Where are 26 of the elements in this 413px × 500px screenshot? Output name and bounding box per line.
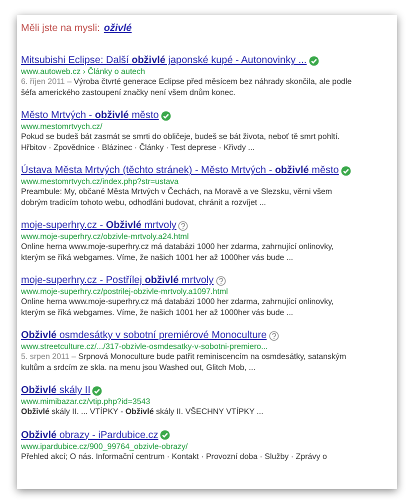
- result-snippet: Pokud se budeš bát zasmát se smrti do obličeje, budeš se bát života, neboť tě smrt pohltí. Hřbitov · Zpovědnice · Blázinec · Články · Test deprese · Křivdy ...: [21, 132, 341, 153]
- did-you-mean-label: Měli jste na mysli:: [21, 23, 100, 34]
- result-snippet: Online herna www.moje-superhry.cz má databázi 1000 her zdarma, zahrnující onlinovky, kterým se říká webgames. Víme, že našich 1001 her až 1000her vás bude ...: [21, 242, 335, 263]
- result-title-link[interactable]: moje-superhry.cz - Obživlé mrtvoly: [21, 220, 176, 231]
- result-title-link[interactable]: Ústava Města Mrtvých (těchto stránek) - Město Mrtvých - obživlé město: [21, 165, 339, 176]
- result-url: www.moje-superhry.cz/postrilej-obzivle-mrtvoly.a1097.html: [21, 287, 229, 297]
- result-snippet: 6. říjen 2011 – Výroba čtvrté generace Eclipse před měsícem bez náhrady skončila, ale podle šéfa amerického zastoupení značky není všem dnům konec.: [21, 77, 353, 98]
- result-snippet: Online herna www.moje-superhry.cz má databázi 1000 her zdarma, zahrnující onlinovky, kterým se říká webgames. Víme, že našich 1001 her až 1000her vás bude ...: [21, 297, 335, 318]
- result-url: www.mimibazar.cz/vtip.php?id=3543: [21, 397, 152, 407]
- suggested-query-link[interactable]: oživlé: [104, 23, 132, 34]
- result-title-link[interactable]: Obživlé osmdesátky v sobotní premiérové Monoculture: [21, 330, 267, 341]
- result-title-link[interactable]: moje-superhry.cz - Postřílej obživlé mrtvoly: [21, 275, 214, 286]
- result-title-link[interactable]: Obživlé skály II: [21, 385, 90, 396]
- result-url: www.ipardubice.cz/900_99764_obzivle-obrazy/: [21, 442, 189, 452]
- result-snippet: Obživlé skály II. ... VTÍPKY - Obživlé skály II. VŠECHNY VTÍPKY ...: [21, 407, 264, 418]
- result-url: www.moje-superhry.cz/obzivle-mrtvoly.a24.html: [21, 232, 190, 242]
- result-title-link[interactable]: Město Mrtvých - obživlé město: [21, 110, 159, 121]
- result-title-link[interactable]: Obživlé obrazy - iPardubice.cz: [21, 430, 158, 440]
- result-url: www.mestomrtvych.cz/: [21, 122, 104, 132]
- result-snippet: 5. srpen 2011 – Srpnová Monoculture bude patřit reminiscencím na osmdesátky, satanským kultům a srdcím ze skla. na menu jsou Washed out, Glitch Mob, ...: [21, 352, 348, 373]
- result-url: www.autoweb.cz › Články o autech: [21, 67, 146, 77]
- result-snippet: Přehled akcí; O nás. Informační centrum · Kontakt · Provozní doba · Služby · Zprávy o: [21, 452, 328, 462]
- result-title-link[interactable]: Mitsubishi Eclipse: Další obživlé japonské kupé - Autonovinky ...: [21, 55, 307, 66]
- result-url: www.mestomrtvych.cz/index.php?str=ustava: [21, 177, 180, 187]
- result-url: www.streetculture.cz/.../317-obzivle-osmdesatky-v-sobotni-premiero...: [21, 342, 269, 352]
- result-snippet: Preambule: My, občané Města Mrtvých v Čechách, na Moravě a ve Slezsku, věrni všem dobrým tradicím tohoto webu, odhodláni budovat, chránit a rozvíjet ...: [21, 187, 334, 208]
